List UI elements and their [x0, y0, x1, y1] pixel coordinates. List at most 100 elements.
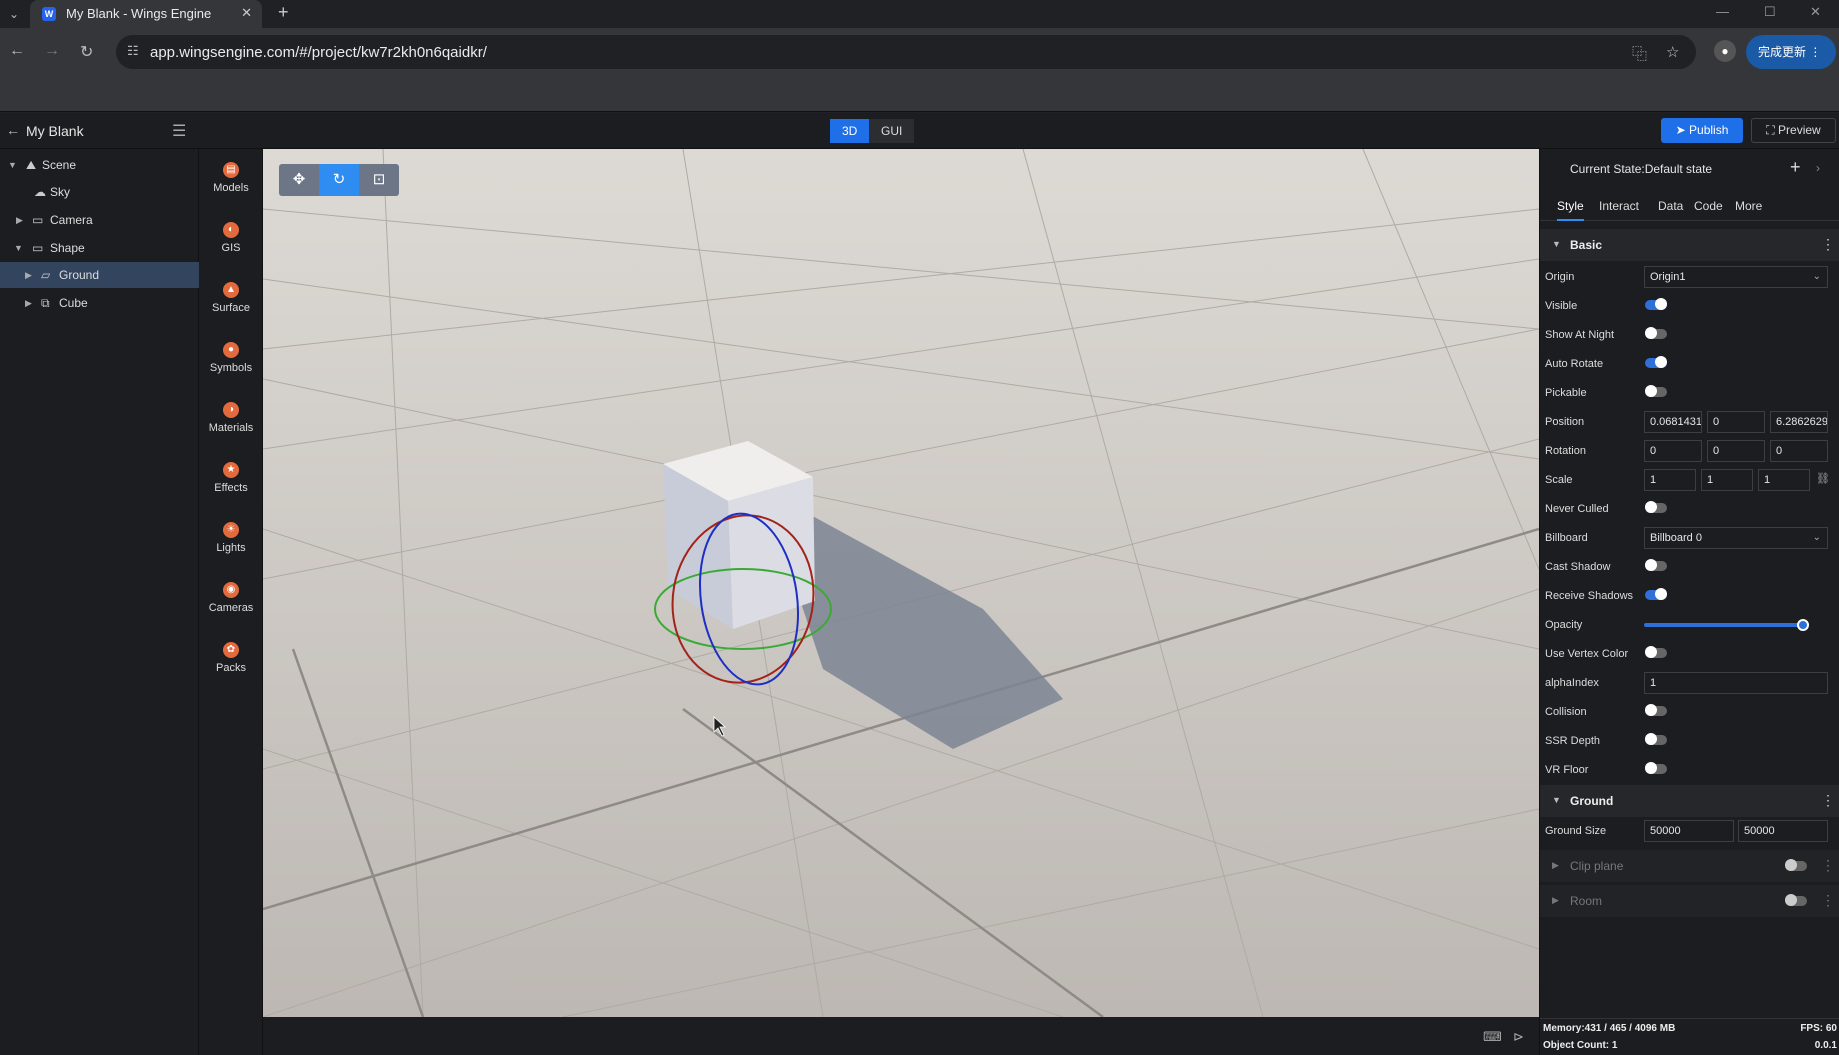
asset-cameras[interactable]: ◉ Cameras	[199, 582, 263, 638]
scene-canvas[interactable]	[263, 149, 1539, 1017]
slider-handle[interactable]	[1797, 619, 1809, 631]
mode-gui-button[interactable]: GUI	[869, 119, 915, 143]
alpha-index-input[interactable]: 1	[1644, 672, 1828, 694]
use-vertex-color-toggle[interactable]	[1645, 646, 1667, 658]
chevron-down-icon: ⌄	[1812, 532, 1821, 543]
vr-floor-toggle[interactable]	[1645, 762, 1667, 774]
auto-rotate-toggle[interactable]	[1645, 356, 1667, 368]
show-at-night-toggle[interactable]	[1645, 327, 1667, 339]
section-room[interactable]: ▶ Room ⋮	[1540, 885, 1839, 917]
room-toggle[interactable]	[1785, 894, 1807, 906]
site-info-icon[interactable]: ☷	[127, 43, 139, 59]
asset-symbols[interactable]: ● Symbols	[199, 342, 263, 398]
collapse-arrow-icon[interactable]: ▶	[16, 207, 23, 233]
back-arrow-icon[interactable]: ←	[6, 122, 20, 138]
position-z-input[interactable]: 6.2862629	[1770, 411, 1828, 433]
cast-shadow-toggle[interactable]	[1645, 559, 1667, 571]
scale-x-input[interactable]: 1	[1644, 469, 1696, 491]
tab-more[interactable]: More	[1735, 199, 1762, 213]
url-field[interactable]: ☷ app.wingsengine.com/#/project/kw7r2kh0…	[116, 35, 1696, 69]
rotation-z-input[interactable]: 0	[1770, 440, 1828, 462]
position-x-input[interactable]: 0.0681431	[1644, 411, 1702, 433]
mode-3d-button[interactable]: 3D	[830, 119, 870, 143]
reload-icon[interactable]: ↻	[80, 42, 93, 62]
ground-size-y-input[interactable]: 50000	[1738, 820, 1828, 842]
more-icon[interactable]: ⋮	[1821, 892, 1835, 909]
expand-arrow-icon[interactable]: ▼	[14, 235, 23, 261]
tree-node-scene[interactable]: ▼ ⛰ Scene	[0, 152, 199, 178]
move-tool-icon[interactable]: ✥	[279, 164, 319, 196]
tree-node-ground[interactable]: ▶ ▱ Ground	[0, 262, 199, 288]
collapse-arrow-icon[interactable]: ▶	[25, 290, 32, 316]
section-basic[interactable]: ▼ Basic ⋮	[1540, 229, 1839, 261]
visible-toggle[interactable]	[1645, 298, 1667, 310]
ground-size-x-input[interactable]: 50000	[1644, 820, 1734, 842]
scale-tool-icon[interactable]: ⊡	[359, 164, 399, 196]
3d-viewport[interactable]: ✥ ↻ ⊡	[263, 149, 1539, 1017]
menu-icon[interactable]: ☰	[172, 121, 186, 141]
rotation-x-input[interactable]: 0	[1644, 440, 1702, 462]
more-icon[interactable]: ⋮	[1821, 236, 1835, 253]
asset-models[interactable]: ▤ Models	[199, 162, 263, 218]
tree-node-camera[interactable]: ▶ ▭ Camera	[0, 207, 199, 233]
pickable-toggle[interactable]	[1645, 385, 1667, 397]
browser-tab[interactable]: W My Blank - Wings Engine ✕	[30, 0, 262, 28]
scale-z-input[interactable]: 1	[1758, 469, 1810, 491]
asset-effects[interactable]: ★ Effects	[199, 462, 263, 518]
asset-materials[interactable]: ◑ Materials	[199, 402, 263, 458]
tab-style[interactable]: Style	[1557, 199, 1584, 221]
origin-select[interactable]: Origin1 ⌄	[1644, 266, 1828, 288]
translate-icon[interactable]: ⿻	[1632, 43, 1647, 64]
minimize-icon[interactable]: —	[1716, 4, 1729, 19]
maximize-icon[interactable]: ☐	[1764, 4, 1776, 20]
publish-button[interactable]: ➤ Publish	[1661, 118, 1743, 143]
bookmark-star-icon[interactable]: ☆	[1666, 43, 1679, 61]
asset-packs[interactable]: ✿ Packs	[199, 642, 263, 698]
tree-node-cube[interactable]: ▶ ⧉ Cube	[0, 290, 199, 316]
close-tab-icon[interactable]: ✕	[241, 5, 252, 21]
tab-data[interactable]: Data	[1658, 199, 1683, 213]
asset-gis[interactable]: ◐ GIS	[199, 222, 263, 278]
position-y-input[interactable]: 0	[1707, 411, 1765, 433]
scale-y-input[interactable]: 1	[1701, 469, 1753, 491]
link-icon[interactable]: ⛓	[1816, 472, 1830, 485]
forward-icon[interactable]: →	[44, 42, 60, 60]
back-icon[interactable]: ←	[9, 42, 25, 60]
close-window-icon[interactable]: ✕	[1810, 4, 1821, 20]
receive-shadows-toggle[interactable]	[1645, 588, 1667, 600]
more-icon[interactable]: ⋮	[1821, 857, 1835, 874]
preview-button[interactable]: ⛶ Preview	[1751, 118, 1836, 143]
section-clip-plane[interactable]: ▶ Clip plane ⋮	[1540, 850, 1839, 882]
tab-code[interactable]: Code	[1694, 199, 1723, 213]
update-button[interactable]: 完成更新 ⋮	[1746, 35, 1836, 69]
tree-node-sky[interactable]: ☁ Sky	[0, 179, 199, 205]
collision-toggle[interactable]	[1645, 704, 1667, 716]
opacity-slider[interactable]	[1644, 619, 1809, 631]
billboard-select[interactable]: Billboard 0 ⌄	[1644, 527, 1828, 549]
add-state-icon[interactable]: +	[1790, 157, 1801, 178]
toggle-knob	[1645, 646, 1657, 658]
ssr-depth-toggle[interactable]	[1645, 733, 1667, 745]
tab-search-icon[interactable]: ⌄	[4, 4, 24, 24]
rotate-tool-icon[interactable]: ↻	[319, 164, 359, 196]
never-culled-toggle[interactable]	[1645, 501, 1667, 513]
rotation-y-input[interactable]: 0	[1707, 440, 1765, 462]
asset-lights[interactable]: ☀ Lights	[199, 522, 263, 578]
expand-arrow-icon[interactable]: ▼	[8, 152, 17, 178]
more-icon[interactable]: ⋮	[1821, 792, 1835, 809]
terminal-icon[interactable]: ⊳	[1513, 1029, 1524, 1045]
tree-node-label: Scene	[42, 158, 77, 172]
asset-surface[interactable]: ▲ Surface	[199, 282, 263, 338]
new-tab-icon[interactable]: +	[278, 2, 289, 23]
collapse-arrow-icon[interactable]: ▶	[25, 262, 32, 288]
section-ground[interactable]: ▼ Ground ⋮	[1540, 785, 1839, 817]
clip-plane-toggle[interactable]	[1785, 859, 1807, 871]
tree-node-label: Camera	[50, 213, 93, 227]
chevron-right-icon[interactable]: ›	[1816, 161, 1820, 175]
profile-icon[interactable]: ●	[1714, 40, 1736, 62]
tab-interact[interactable]: Interact	[1599, 199, 1639, 213]
tree-node-shape[interactable]: ▼ ▭ Shape	[0, 235, 199, 261]
prop-label: Billboard	[1545, 532, 1588, 544]
url-text: app.wingsengine.com/#/project/kw7r2kh0n6…	[150, 44, 487, 61]
keyboard-icon[interactable]: ⌨	[1483, 1029, 1502, 1045]
